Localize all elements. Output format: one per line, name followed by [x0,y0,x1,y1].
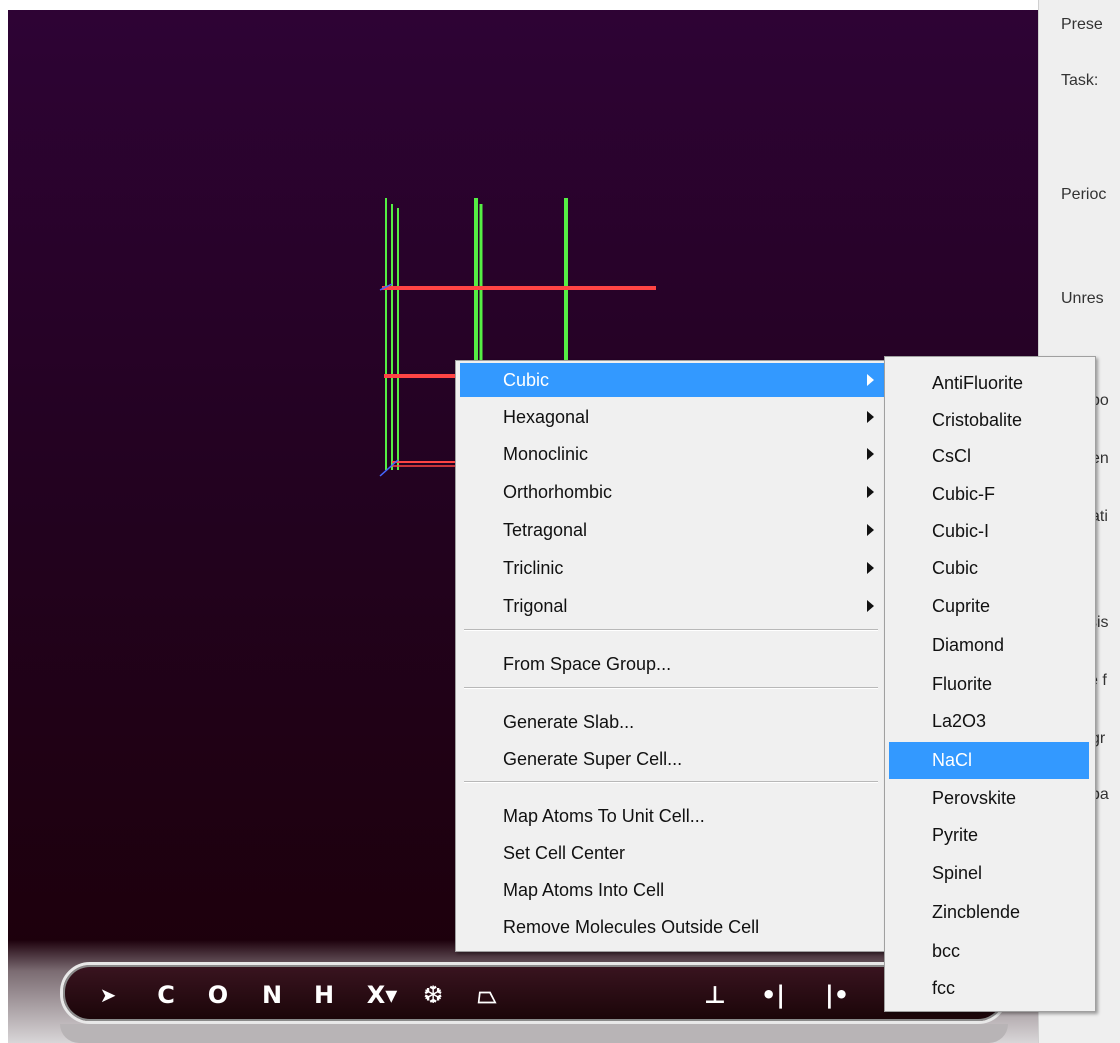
submenu-item-la2o3[interactable]: La2O3 [889,703,1089,740]
nitrogen-tool[interactable]: N [257,977,287,1013]
menu-item-monoclinic[interactable]: Monoclinic [460,437,884,471]
menu-separator [464,781,878,783]
select-arrow-icon[interactable]: ➤ [93,977,123,1013]
menu-item-label: Trigonal [503,596,568,616]
cell-plane-icon[interactable]: ⏢ [469,977,505,1013]
menu-item-label: Hexagonal [503,407,590,427]
cubic-lattice-submenu: AntiFluorite Cristobalite CsCl Cubic-F C… [884,356,1096,1012]
panel-label-periodic: Perioc [1061,186,1107,203]
hydrogen-tool[interactable]: H [309,977,339,1013]
menu-item-orthorhombic[interactable]: Orthorhombic [460,475,884,509]
submenu-item-fluorite[interactable]: Fluorite [889,666,1089,703]
menu-item-hexagonal[interactable]: Hexagonal [460,400,884,434]
submenu-item-bcc[interactable]: bcc [889,933,1089,970]
submenu-arrow-icon [867,524,874,536]
menu-item-cubic[interactable]: Cubic [460,363,884,397]
menu-item-remove-molecules-outside-cell[interactable]: Remove Molecules Outside Cell [460,910,884,944]
menu-separator [464,629,878,631]
submenu-arrow-icon [867,562,874,574]
submenu-item-cristobalite[interactable]: Cristobalite [889,402,1089,439]
bond-left-icon[interactable]: |• [819,977,855,1013]
add-atom-icon[interactable]: ⊥ [697,977,733,1013]
build-toolbar: ➤ C O N H X▾ ❆ ⏢ ⊥ •| |• [60,962,1008,1024]
panel-label-task: Task: [1061,72,1099,89]
submenu-arrow-icon [867,448,874,460]
submenu-item-fcc[interactable]: fcc [889,970,1089,1007]
menu-item-label: Monoclinic [503,444,589,464]
element-x-dropdown[interactable]: X▾ [359,977,405,1013]
menu-item-generate-super-cell[interactable]: Generate Super Cell... [460,742,884,776]
submenu-arrow-icon [867,374,874,386]
menu-item-label: Triclinic [503,558,564,578]
submenu-item-cubic-i[interactable]: Cubic-I [889,513,1089,550]
menu-separator [464,687,878,689]
submenu-arrow-icon [867,600,874,612]
oxygen-tool[interactable]: O [203,977,233,1013]
submenu-item-cubic[interactable]: Cubic [889,550,1089,587]
viewport-left-border [0,0,8,1043]
submenu-arrow-icon [867,411,874,423]
submenu-item-cubic-f[interactable]: Cubic-F [889,476,1089,513]
submenu-item-spinel[interactable]: Spinel [889,855,1089,892]
menu-item-map-atoms-to-unit-cell[interactable]: Map Atoms To Unit Cell... [460,799,884,833]
build-context-menu: Cubic Hexagonal Monoclinic Orthorhombic … [455,360,887,952]
menu-item-label: Tetragonal [503,520,588,540]
submenu-item-cscl[interactable]: CsCl [889,438,1089,475]
menu-item-map-atoms-into-cell[interactable]: Map Atoms Into Cell [460,873,884,907]
cell-edge-blue [379,459,399,477]
menu-item-generate-slab[interactable]: Generate Slab... [460,705,884,739]
submenu-item-zincblende[interactable]: Zincblende [889,894,1089,931]
submenu-item-antifluorite[interactable]: AntiFluorite [889,365,1089,402]
menu-item-label: Orthorhombic [503,482,613,502]
fragment-snowflake-icon[interactable]: ❆ [415,977,451,1013]
submenu-item-pyrite[interactable]: Pyrite [889,817,1089,854]
panel-label-preset: Prese [1061,16,1103,33]
menu-item-label: Cubic [503,370,550,390]
viewport-top-border [0,0,1038,10]
submenu-item-diamond[interactable]: Diamond [889,627,1089,664]
panel-label-unrestricted: Unres [1061,290,1104,307]
submenu-item-nacl[interactable]: NaCl [889,742,1089,779]
submenu-item-perovskite[interactable]: Perovskite [889,780,1089,817]
bond-right-icon[interactable]: •| [755,977,791,1013]
submenu-arrow-icon [867,486,874,498]
menu-item-triclinic[interactable]: Triclinic [460,551,884,585]
carbon-tool[interactable]: C [151,977,181,1013]
menu-item-set-cell-center[interactable]: Set Cell Center [460,836,884,870]
toolbar-shadow [60,1024,1008,1043]
menu-item-from-space-group[interactable]: From Space Group... [460,647,884,681]
submenu-item-cuprite[interactable]: Cuprite [889,588,1089,625]
menu-item-trigonal[interactable]: Trigonal [460,589,884,623]
menu-item-tetragonal[interactable]: Tetragonal [460,513,884,547]
